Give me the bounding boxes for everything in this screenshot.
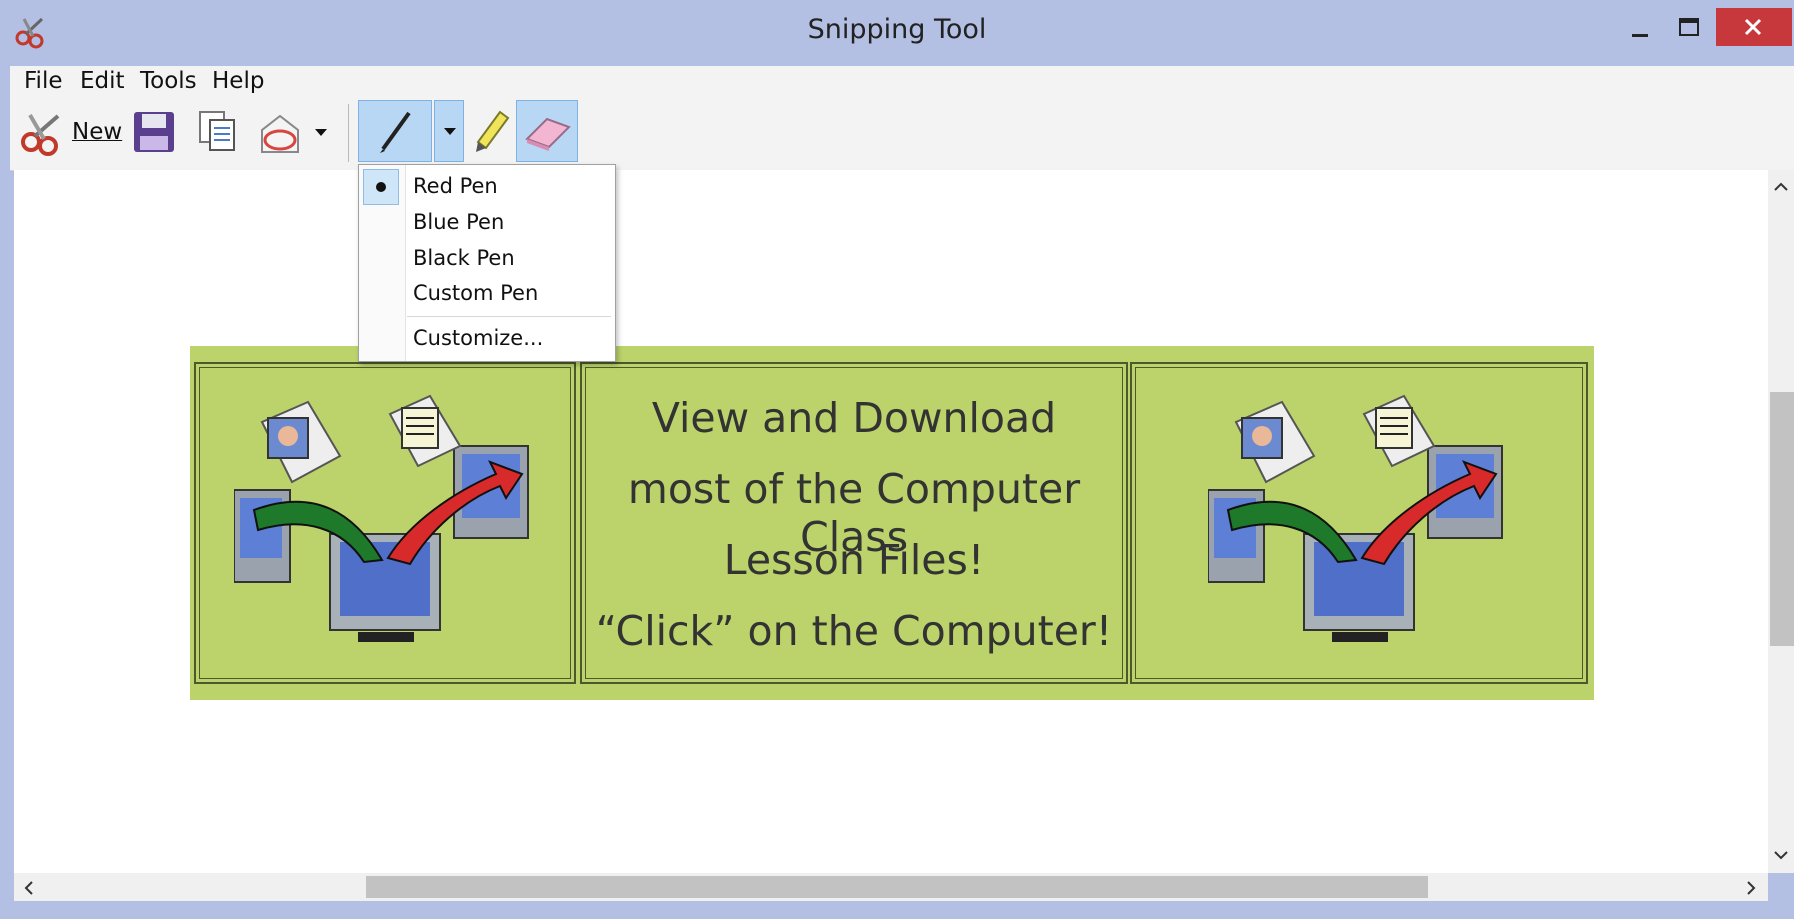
pen-tool-button[interactable]	[358, 100, 432, 162]
menu-item-red-pen[interactable]: Red Pen	[413, 174, 498, 198]
lesson-banner: View and Download most of the Computer C…	[190, 346, 1594, 700]
toolbar-separator	[348, 104, 349, 162]
save-button[interactable]	[128, 100, 180, 162]
copy-button[interactable]	[190, 100, 246, 162]
scroll-right-icon[interactable]	[1746, 881, 1756, 895]
pen-dropdown-menu: Red Pen Blue Pen Black Pen Custom Pen Cu…	[358, 164, 616, 362]
menu-item-black-pen[interactable]: Black Pen	[413, 246, 515, 270]
menu-file[interactable]: File	[24, 68, 63, 94]
menu-separator	[407, 316, 611, 317]
maximize-icon	[1679, 18, 1699, 36]
banner-line-1: View and Download	[651, 394, 1057, 442]
menu-bar: File Edit Tools Help	[10, 66, 1794, 96]
scroll-up-icon[interactable]	[1774, 182, 1788, 192]
snip-canvas[interactable]: View and Download most of the Computer C…	[14, 170, 1768, 873]
pen-dropdown-button[interactable]	[434, 100, 464, 162]
vertical-scroll-thumb[interactable]	[1770, 392, 1794, 646]
send-email-icon	[261, 114, 299, 153]
window-title: Snipping Tool	[807, 14, 987, 45]
close-button[interactable]	[1716, 8, 1792, 46]
banner-line-4: “Click” on the Computer!	[595, 607, 1113, 655]
snipping-tool-window: Snipping Tool File Edit Tools Help New V…	[0, 0, 1794, 919]
vertical-scrollbar[interactable]	[1768, 170, 1794, 873]
chevron-down-icon	[444, 128, 456, 135]
eraser-button[interactable]	[516, 100, 578, 162]
eraser-icon	[525, 117, 571, 151]
window-bottom-border	[10, 901, 1794, 919]
menu-help[interactable]: Help	[212, 68, 264, 94]
maximize-button[interactable]	[1660, 8, 1716, 48]
menu-tools[interactable]: Tools	[140, 68, 197, 94]
close-icon	[1744, 18, 1762, 36]
banner-right-image-cell[interactable]	[1130, 362, 1588, 684]
menu-item-customize[interactable]: Customize...	[413, 326, 543, 350]
send-snip-button[interactable]	[254, 100, 334, 162]
toolbar: New	[10, 96, 1794, 171]
computer-download-icon[interactable]	[1208, 392, 1508, 656]
highlighter-button[interactable]	[466, 100, 514, 162]
horizontal-scroll-thumb[interactable]	[366, 876, 1428, 898]
menu-edit[interactable]: Edit	[80, 68, 125, 94]
bullet-icon	[376, 182, 386, 192]
new-label: New	[72, 119, 123, 145]
banner-line-3: Lesson Files!	[723, 536, 985, 584]
title-bar: Snipping Tool	[0, 0, 1794, 66]
copy-icon	[199, 111, 235, 151]
computer-download-icon[interactable]	[234, 392, 534, 656]
new-snip-button[interactable]: New	[16, 100, 124, 162]
scissors-icon	[21, 113, 60, 156]
highlighter-icon	[476, 110, 510, 152]
menu-item-blue-pen[interactable]: Blue Pen	[413, 210, 504, 234]
banner-left-image-cell[interactable]	[194, 362, 576, 684]
horizontal-scrollbar[interactable]	[14, 873, 1768, 901]
banner-text-cell: View and Download most of the Computer C…	[580, 362, 1128, 684]
selected-pen-indicator	[363, 169, 399, 205]
save-icon	[134, 112, 174, 152]
scroll-down-icon[interactable]	[1774, 850, 1788, 860]
scroll-left-icon[interactable]	[24, 881, 34, 895]
dropdown-arrow-icon[interactable]	[314, 128, 328, 138]
menu-item-custom-pen[interactable]: Custom Pen	[413, 281, 538, 305]
pen-icon	[380, 111, 411, 153]
